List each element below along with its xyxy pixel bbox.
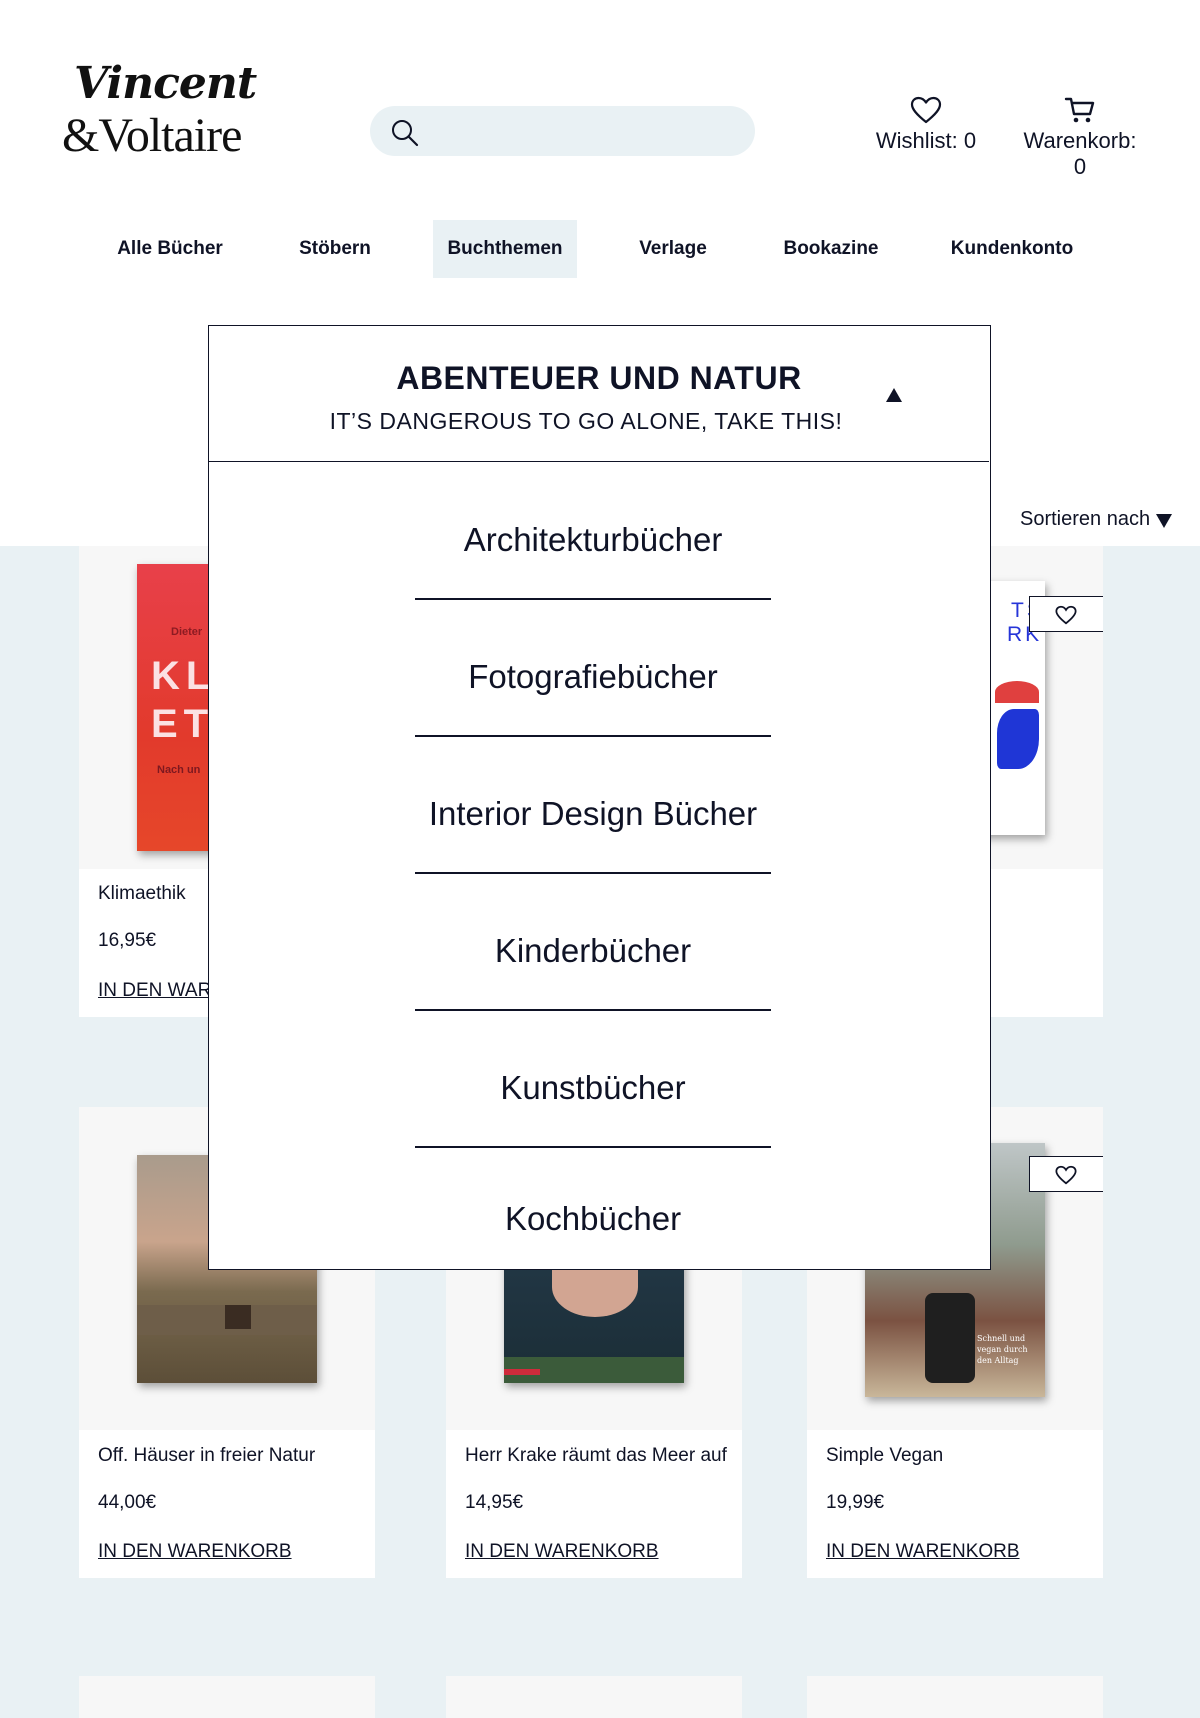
category-dropdown[interactable]: ABENTEUER UND NATUR IT’S DANGEROUS TO GO…	[208, 325, 991, 1270]
product-title[interactable]: Simple Vegan	[826, 1445, 943, 1467]
product-card[interactable]	[446, 1676, 742, 1718]
product-price: 19,99€	[826, 1492, 885, 1513]
product-price: 44,00€	[98, 1492, 157, 1513]
cart-button[interactable]: Warenkorb: 0	[1015, 96, 1145, 180]
product-title[interactable]: Klimaethik	[98, 883, 186, 905]
cover-text: Schnell und vegan durch den Alltag	[977, 1334, 1028, 1365]
cover-graphic	[225, 1305, 251, 1329]
cart-label: Warenkorb: 0	[1023, 128, 1137, 179]
cover-graphic	[925, 1293, 975, 1383]
wishlist-button[interactable]: Wishlist: 0	[866, 96, 986, 154]
product-image-area	[807, 1676, 1103, 1718]
cover-text: Nach un	[157, 764, 201, 776]
dropdown-item-label: Architekturbücher	[463, 521, 723, 558]
wishlist-toggle[interactable]	[1029, 596, 1103, 632]
dropdown-subtitle: IT’S DANGEROUS TO GO ALONE, TAKE THIS!	[329, 408, 843, 434]
cover-graphic	[997, 709, 1039, 769]
nav-item-bookazine[interactable]: Bookazine	[776, 220, 886, 278]
heart-icon	[1055, 605, 1077, 625]
product-image-area	[79, 1676, 375, 1718]
dropdown-title: ABENTEUER UND NATUR	[396, 360, 802, 396]
dropdown-item-kinderbuecher[interactable]: Kinderbücher	[209, 874, 989, 1011]
dropdown-item-kunstbuecher[interactable]: Kunstbücher	[209, 1011, 989, 1148]
dropdown-item-fotografiebuecher[interactable]: Fotografiebücher	[209, 600, 989, 737]
product-price: 16,95€	[98, 930, 157, 951]
sort-label: Sortieren nach	[1020, 508, 1151, 530]
book-cover[interactable]	[504, 1257, 684, 1383]
dropdown-item-architekturbuecher[interactable]: Architekturbücher	[209, 463, 989, 600]
dropdown-header[interactable]: ABENTEUER UND NATUR IT’S DANGEROUS TO GO…	[209, 326, 989, 462]
product-card[interactable]	[807, 1676, 1103, 1718]
main-nav: Alle Bücher Stöbern Buchthemen Verlage B…	[0, 220, 1200, 278]
nav-item-buchthemen[interactable]: Buchthemen	[433, 220, 577, 278]
product-card[interactable]	[79, 1676, 375, 1718]
dropdown-item-label: Fotografiebücher	[468, 658, 718, 695]
product-title[interactable]: Off. Häuser in freier Natur	[98, 1445, 315, 1467]
search-bar[interactable]	[370, 106, 755, 156]
logo-line-1: Vincent	[74, 58, 257, 109]
nav-item-verlage[interactable]: Verlage	[628, 220, 718, 278]
dropdown-item-kochbuecher[interactable]: Kochbücher	[209, 1148, 989, 1269]
add-to-cart-link[interactable]: IN DEN WARENKORB	[98, 1541, 292, 1563]
nav-item-stoebern[interactable]: Stöbern	[290, 220, 380, 278]
dropdown-item-label: Kochbücher	[504, 1200, 682, 1237]
search-input[interactable]	[430, 114, 730, 148]
sort-dropdown[interactable]: Sortieren nach	[1020, 508, 1172, 531]
cover-text: Dieter	[171, 626, 203, 638]
heart-icon	[1055, 1165, 1077, 1185]
heart-icon	[910, 96, 942, 124]
chevron-down-icon	[1156, 514, 1172, 528]
add-to-cart-link[interactable]: IN DEN WARENKORB	[465, 1541, 659, 1563]
search-icon[interactable]	[390, 118, 420, 148]
add-to-cart-link[interactable]: IN DEN WARENKORB	[826, 1541, 1020, 1563]
product-price: 14,95€	[465, 1492, 524, 1513]
wishlist-toggle[interactable]	[1029, 1156, 1103, 1192]
dropdown-item-label: Kinderbücher	[494, 932, 692, 969]
chevron-up-icon[interactable]	[886, 388, 902, 402]
cart-icon	[1064, 97, 1095, 123]
product-title[interactable]: Herr Krake räumt das Meer auf	[465, 1445, 727, 1467]
cover-graphic	[995, 681, 1039, 703]
dropdown-item-interior-design-buecher[interactable]: Interior Design Bücher	[209, 737, 989, 874]
dropdown-item-label: Interior Design Bücher	[428, 795, 758, 832]
product-image-area	[446, 1676, 742, 1718]
nav-item-kundenkonto[interactable]: Kundenkonto	[950, 220, 1074, 278]
cover-text: KL	[151, 654, 217, 698]
cover-text: ET	[151, 702, 215, 746]
logo[interactable]: Vincent &Voltaire	[62, 58, 262, 168]
wishlist-label: Wishlist: 0	[875, 128, 977, 153]
cover-graphic	[504, 1369, 540, 1375]
nav-item-alle-buecher[interactable]: Alle Bücher	[110, 220, 230, 278]
dropdown-item-label: Kunstbücher	[500, 1069, 686, 1106]
logo-line-2: &Voltaire	[62, 109, 242, 162]
